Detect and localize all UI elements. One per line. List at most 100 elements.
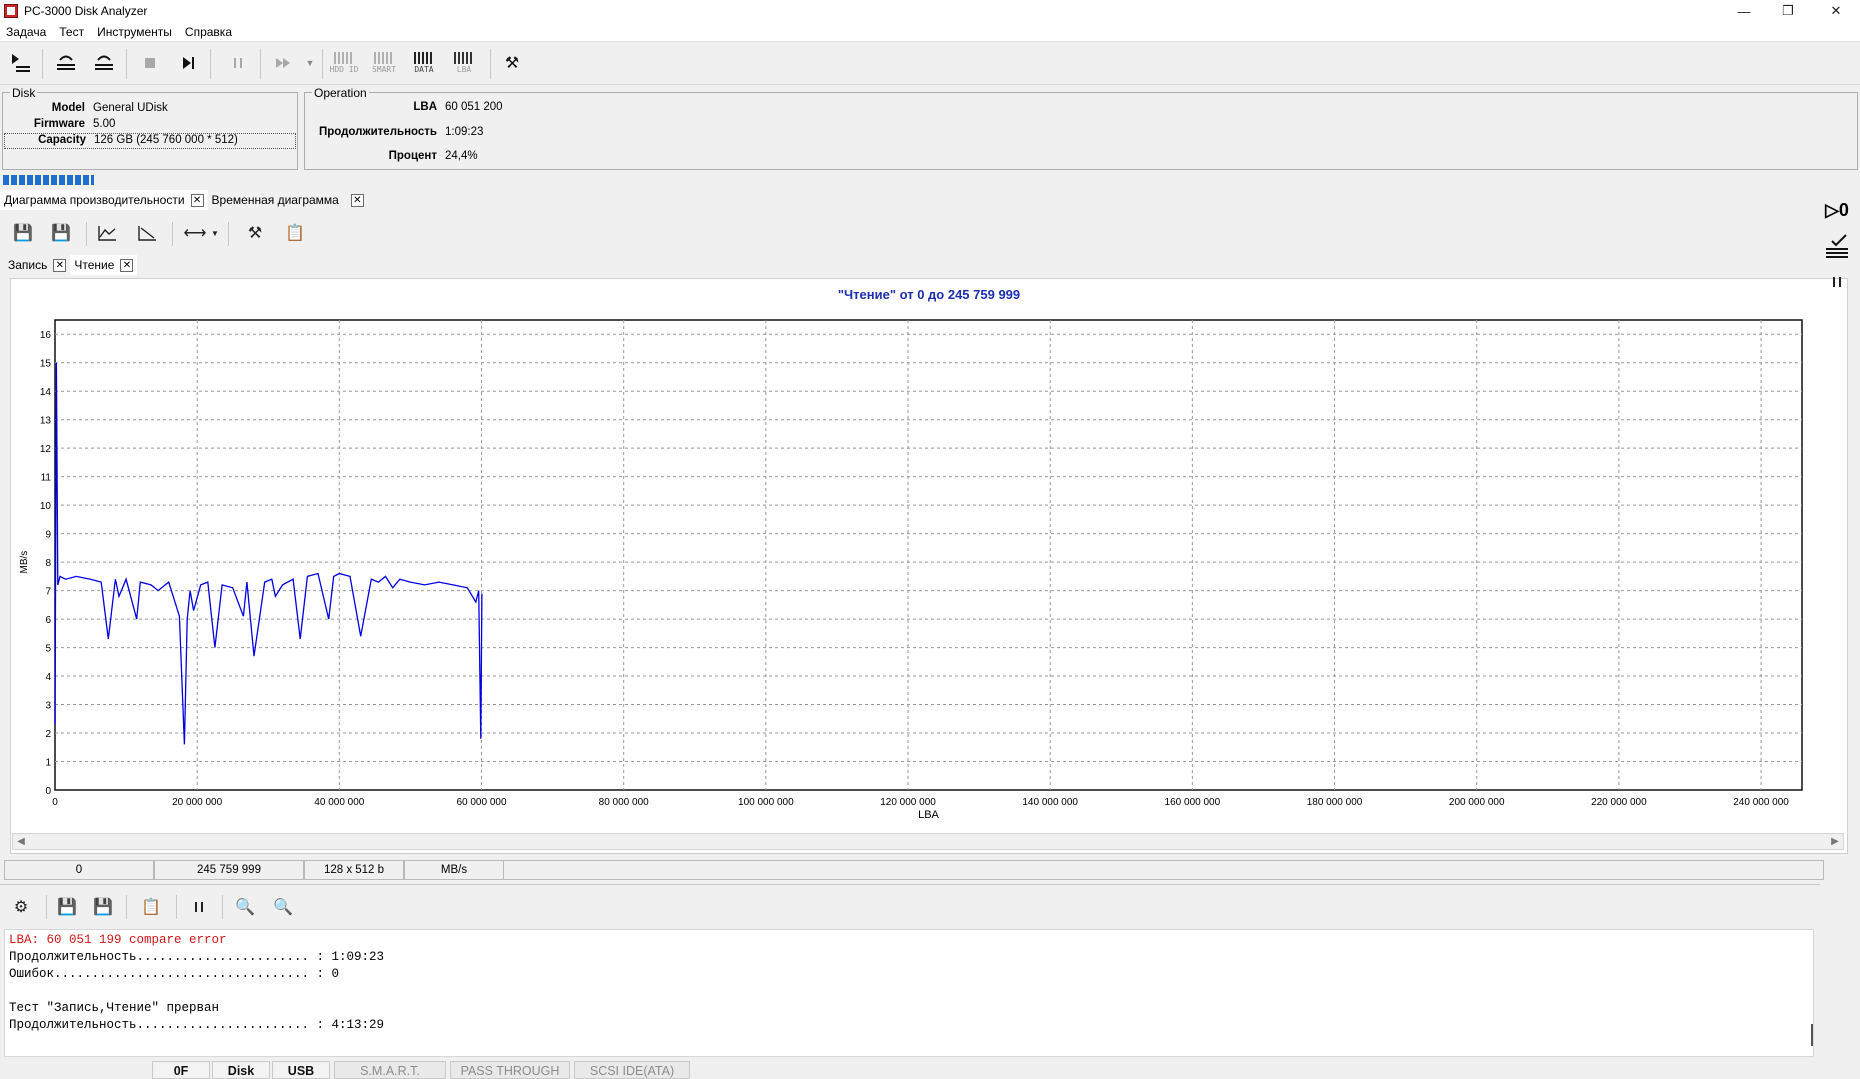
find-next-button[interactable]: 🔍: [268, 892, 298, 922]
tab-read[interactable]: Чтение ✕: [70, 255, 138, 275]
y-tick-label: 14: [40, 387, 52, 398]
rewind-button[interactable]: [50, 47, 82, 79]
scroll-right-icon[interactable]: ▶: [1827, 834, 1843, 849]
start-test-button[interactable]: [4, 47, 36, 79]
log-settings-button[interactable]: ⚙: [6, 892, 36, 922]
close-icon[interactable]: ✕: [53, 258, 67, 272]
lba-icon: [454, 52, 474, 64]
range-dropdown[interactable]: ▼: [208, 218, 222, 248]
close-icon[interactable]: ✕: [190, 193, 204, 207]
save-all-charts-button[interactable]: 💾: [46, 218, 76, 248]
chart-toolbar: 💾 💾 ⟷ ▼ ⚒ 📋: [0, 216, 1820, 252]
chevron-down-icon: ▼: [211, 228, 219, 238]
forward-disk-button[interactable]: [88, 47, 120, 79]
counter-button[interactable]: ▷0: [1822, 195, 1852, 225]
tab-time-diagram[interactable]: Временная диаграмма ✕: [208, 190, 368, 210]
menu-help[interactable]: Справка: [185, 25, 232, 39]
tab-smart[interactable]: S.M.A.R.T.: [334, 1061, 446, 1079]
range-start-cell: 0: [4, 860, 154, 880]
x-tick-label: 140 000 000: [1022, 797, 1078, 808]
verify-button[interactable]: [1822, 231, 1852, 261]
window-title: PC-3000 Disk Analyzer: [24, 4, 148, 18]
fast-forward-button[interactable]: [268, 47, 300, 79]
menu-test[interactable]: Тест: [59, 25, 84, 39]
log-line: LBA: 60 051 199 compare error: [9, 933, 227, 947]
x-axis-label: LBA: [918, 809, 939, 821]
skip-button[interactable]: [172, 47, 204, 79]
save-chart-button[interactable]: 💾: [8, 218, 38, 248]
stop-button[interactable]: [134, 47, 166, 79]
operation-lba-row: LBA 60 051 200: [305, 101, 502, 113]
x-tick-label: 60 000 000: [456, 797, 506, 808]
test-progress-bar: [3, 175, 1858, 185]
menu-tools[interactable]: Инструменты: [97, 25, 172, 39]
x-tick-label: 160 000 000: [1165, 797, 1221, 808]
capacity-value: 126 GB (245 760 000 * 512): [94, 134, 238, 146]
block-size-cell: 128 x 512 b: [304, 860, 404, 880]
operation-duration-row: Продолжительность 1:09:23: [305, 126, 483, 138]
x-tick-label: 100 000 000: [738, 797, 794, 808]
log-line: Ошибок..................................…: [9, 967, 340, 981]
operation-group: Operation LBA 60 051 200 Продолжительнос…: [304, 86, 1858, 170]
side-pause-button[interactable]: [1822, 267, 1852, 297]
tab-performance-diagram[interactable]: Диаграмма производительности ✕: [0, 190, 208, 210]
copy-log-button[interactable]: 📋: [136, 892, 166, 922]
minimize-button[interactable]: —: [1722, 0, 1766, 22]
disk-group: Disk Model General UDisk Firmware 5.00 C…: [2, 86, 298, 170]
gear-icon: ⚙: [13, 899, 29, 916]
hdd-id-caption: HDD ID: [329, 65, 359, 74]
line-chart-icon: [98, 226, 116, 241]
smart-button[interactable]: SMART: [368, 47, 400, 79]
settings-button[interactable]: ⚒: [496, 47, 528, 79]
main-tabstrip: Диаграмма производительности ✕ Временная…: [0, 190, 368, 210]
tab-disk[interactable]: Disk: [212, 1061, 270, 1079]
copy-icon: 📋: [141, 899, 161, 916]
y-tick-label: 3: [45, 701, 51, 712]
log-output[interactable]: LBA: 60 051 199 compare error Продолжите…: [4, 929, 1814, 1057]
close-button[interactable]: ✕: [1814, 0, 1858, 22]
smart-icon: [374, 52, 394, 64]
capacity-label: Capacity: [38, 134, 86, 146]
percent-value: 24,4%: [445, 150, 478, 162]
chart-horizontal-scrollbar[interactable]: ◀ ▶: [12, 833, 1844, 850]
y-tick-label: 1: [45, 758, 51, 769]
lba-caption: LBA: [456, 65, 472, 74]
y-tick-label: 9: [45, 530, 51, 541]
chart-settings-button[interactable]: ⚒: [240, 218, 270, 248]
tab-write[interactable]: Запись ✕: [4, 255, 70, 275]
model-label: Model: [51, 102, 85, 114]
fast-forward-dropdown[interactable]: ▼: [300, 47, 320, 79]
log-scrollbar[interactable]: [1811, 1024, 1813, 1046]
y-tick-label: 13: [40, 416, 52, 427]
duration-value: 1:09:23: [445, 126, 484, 138]
close-icon[interactable]: ✕: [350, 193, 364, 207]
find-button[interactable]: 🔍: [230, 892, 260, 922]
tools-icon: ⚒: [504, 55, 520, 72]
tab-scsi-ide[interactable]: SCSI IDE(ATA): [574, 1061, 690, 1079]
save-log-button[interactable]: 💾: [52, 892, 82, 922]
tab-0f[interactable]: 0F: [152, 1061, 210, 1079]
range-button[interactable]: ⟷: [180, 218, 210, 248]
scroll-left-icon[interactable]: ◀: [13, 834, 29, 849]
disk-capacity-row[interactable]: Capacity 126 GB (245 760 000 * 512): [4, 133, 296, 149]
report-button[interactable]: 📋: [280, 218, 310, 248]
tab-usb[interactable]: USB: [272, 1061, 330, 1079]
save-log-as-button[interactable]: 💾: [88, 892, 118, 922]
hdd-id-icon: [334, 52, 354, 64]
hdd-id-button[interactable]: HDD ID: [328, 47, 360, 79]
pause-button[interactable]: [222, 47, 254, 79]
tab-pass-through[interactable]: PASS THROUGH: [450, 1061, 570, 1079]
log-pause-button[interactable]: [184, 892, 214, 922]
menu-task[interactable]: Задача: [6, 25, 46, 39]
data-button[interactable]: DATA: [408, 47, 440, 79]
log-line: Продолжительность.......................…: [9, 1018, 385, 1032]
main-toolbar: ▼ HDD ID SMART DATA LBA ⚒: [0, 43, 1860, 85]
maximize-button[interactable]: ❐: [1766, 0, 1810, 22]
chart-type-button[interactable]: [92, 218, 122, 248]
close-icon[interactable]: ✕: [120, 258, 134, 272]
chart-scale-button[interactable]: [132, 218, 162, 248]
y-tick-label: 8: [45, 558, 51, 569]
lba-button[interactable]: LBA: [448, 47, 480, 79]
x-tick-label: 20 000 000: [172, 797, 222, 808]
y-tick-label: 15: [40, 359, 52, 370]
